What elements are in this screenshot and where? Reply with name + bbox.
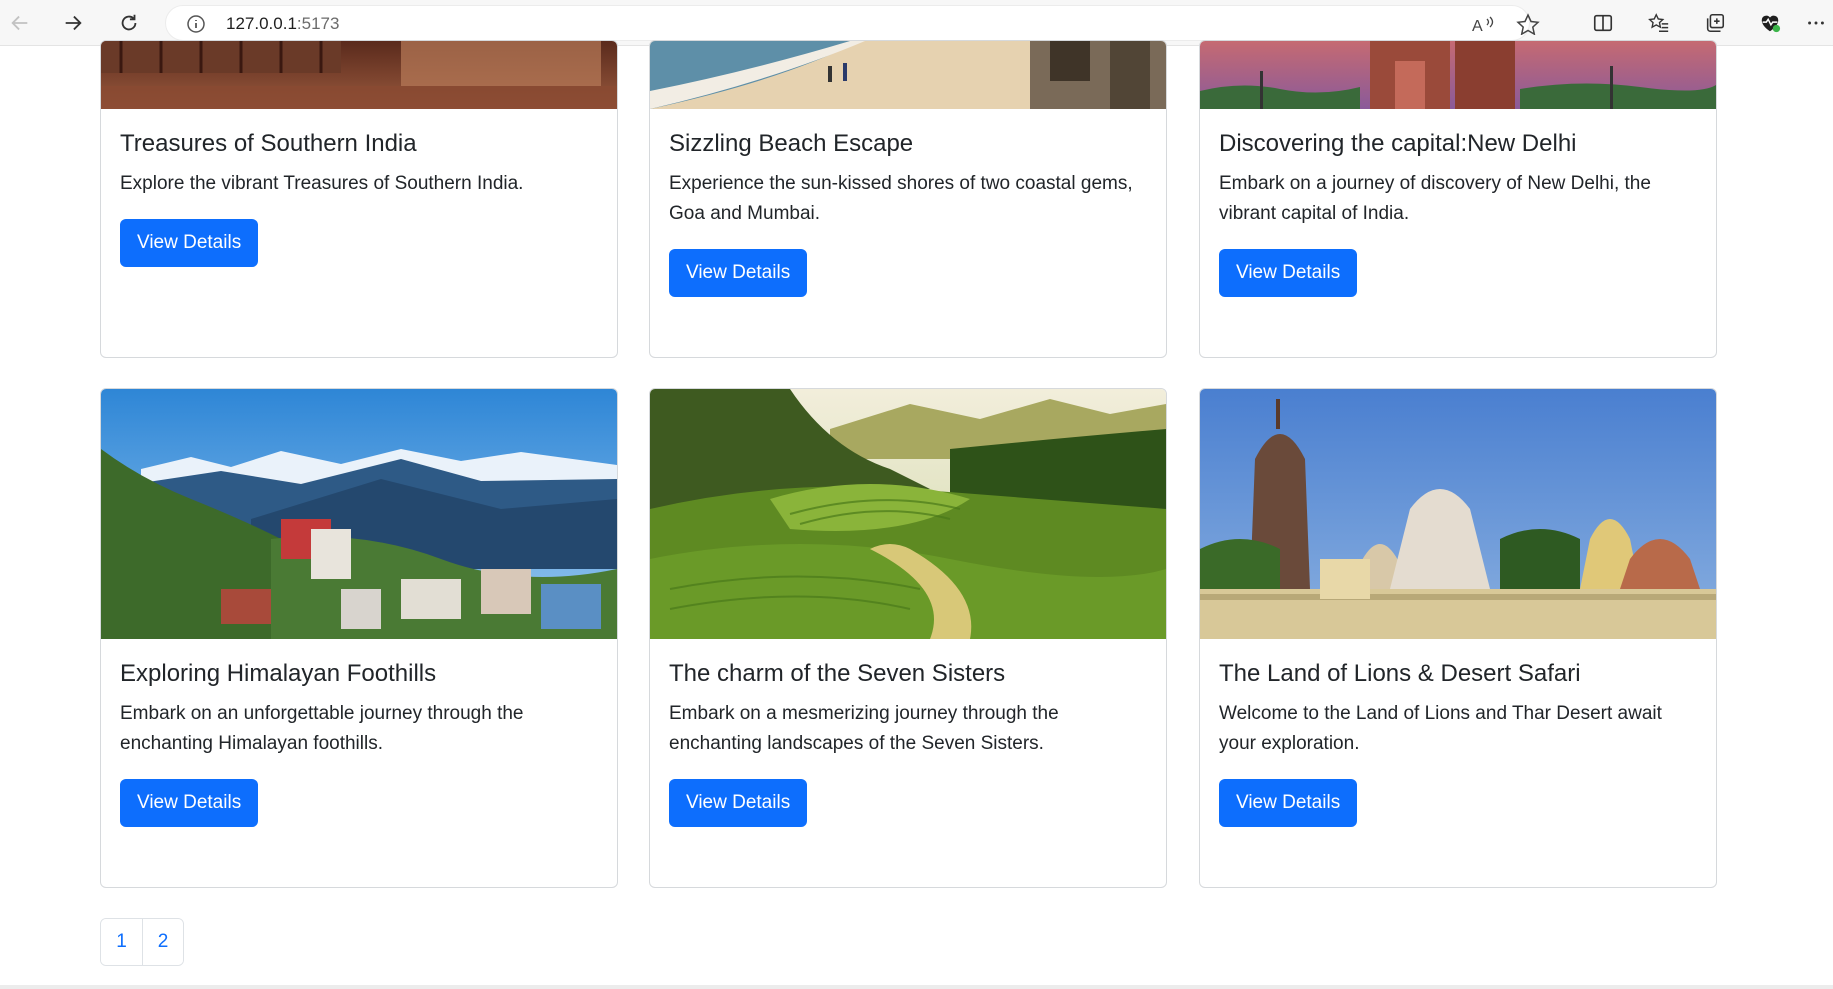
himalayan-foothills-image — [101, 389, 617, 639]
card-text: Experience the sun-kissed shores of two … — [669, 173, 1133, 224]
performance-icon[interactable] — [1754, 7, 1786, 39]
address-bar[interactable]: 127.0.0.1:5173 A — [165, 5, 1540, 41]
card-title: Exploring Himalayan Foothills — [120, 660, 437, 687]
page-link-2[interactable]: 2 — [142, 919, 183, 965]
lions-desert-image — [1200, 389, 1716, 639]
tour-card-himalayan-foothills: Exploring Himalayan Foothills Embark on … — [100, 388, 618, 888]
beach-escape-image — [650, 41, 1166, 109]
card-title: The charm of the Seven Sisters — [669, 660, 1006, 687]
view-details-button[interactable]: View Details — [1219, 249, 1358, 297]
card-title: Discovering the capital:New Delhi — [1219, 130, 1577, 157]
view-details-button[interactable]: View Details — [669, 779, 808, 827]
card-title: Sizzling Beach Escape — [669, 130, 914, 157]
info-icon[interactable] — [186, 14, 206, 34]
view-details-button[interactable]: View Details — [669, 249, 808, 297]
split-screen-icon[interactable] — [1587, 7, 1619, 39]
more-icon[interactable] — [1800, 7, 1832, 39]
view-details-button[interactable]: View Details — [1219, 779, 1358, 827]
card-text: Welcome to the Land of Lions and Thar De… — [1219, 703, 1662, 754]
back-icon[interactable] — [4, 7, 36, 39]
card-text: Embark on a mesmerizing journey through … — [669, 703, 1059, 754]
favorites-icon[interactable] — [1643, 7, 1675, 39]
page-link-1[interactable]: 1 — [101, 919, 142, 965]
seven-sisters-image — [650, 389, 1166, 639]
reload-icon[interactable] — [113, 7, 145, 39]
tour-card-beach-escape: Sizzling Beach Escape Experience the sun… — [649, 40, 1167, 358]
pagination: 1 2 — [100, 918, 184, 966]
tour-card-seven-sisters: The charm of the Seven Sisters Embark on… — [649, 388, 1167, 888]
tour-card-lions-desert: The Land of Lions & Desert Safari Welcom… — [1199, 388, 1717, 888]
card-text: Embark on a journey of discovery of New … — [1219, 173, 1651, 224]
view-details-button[interactable]: View Details — [120, 779, 259, 827]
card-text: Explore the vibrant Treasures of Souther… — [120, 173, 524, 194]
southern-india-image — [101, 41, 617, 109]
read-aloud-icon[interactable]: A — [1471, 14, 1497, 36]
svg-text:A: A — [1472, 18, 1483, 35]
card-title: Treasures of Southern India — [120, 130, 417, 157]
bottom-divider — [0, 985, 1833, 989]
card-text: Embark on an unforgettable journey throu… — [120, 703, 524, 754]
card-title: The Land of Lions & Desert Safari — [1219, 660, 1581, 687]
favorite-star-icon[interactable] — [1516, 13, 1540, 35]
view-details-button[interactable]: View Details — [120, 219, 259, 267]
tour-card-southern-india: Treasures of Southern India Explore the … — [100, 40, 618, 358]
forward-icon[interactable] — [57, 7, 89, 39]
tour-card-new-delhi: Discovering the capital:New Delhi Embark… — [1199, 40, 1717, 358]
url-text[interactable]: 127.0.0.1:5173 — [226, 15, 339, 33]
collections-icon[interactable] — [1699, 7, 1731, 39]
new-delhi-image — [1200, 41, 1716, 109]
